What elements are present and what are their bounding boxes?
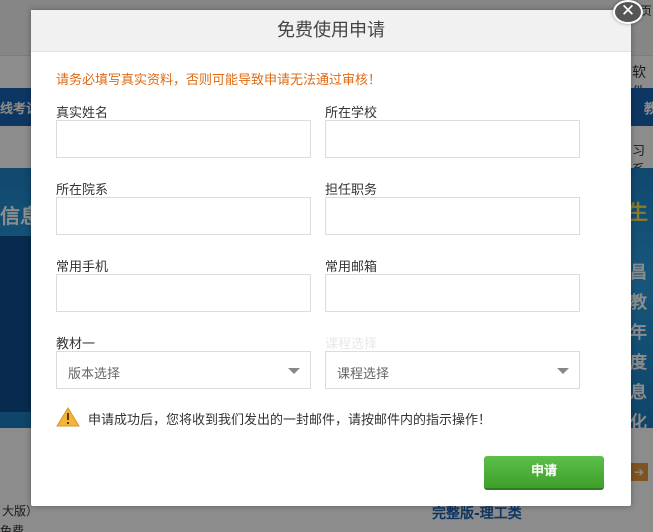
email-label: 常用邮箱 <box>325 260 378 275</box>
chevron-down-icon <box>557 368 569 374</box>
school-label: 所在学校 <box>325 106 378 121</box>
submit-button[interactable]: 申请 <box>484 456 604 488</box>
position-label: 担任职务 <box>325 183 378 198</box>
application-dialog: 免费使用申请 请务必填写真实资料，否则可能导致申请无法通过审核！ 真实姓名 所在… <box>31 10 631 506</box>
version-select[interactable]: 版本选择 <box>56 351 311 389</box>
position-field[interactable] <box>325 197 580 235</box>
email-field[interactable] <box>325 274 580 312</box>
name-field[interactable] <box>56 120 311 158</box>
close-icon[interactable]: ✕ <box>613 0 643 24</box>
warning-message: 请务必填写真实资料，否则可能导致申请无法通过审核！ <box>56 73 382 88</box>
dialog-title: 免费使用申请 <box>277 20 385 41</box>
phone-label: 常用手机 <box>56 260 109 275</box>
phone-field[interactable] <box>56 274 311 312</box>
version-select-value: 版本选择 <box>68 367 121 382</box>
course-select[interactable]: 课程选择 <box>325 351 580 389</box>
school-field[interactable] <box>325 120 580 158</box>
department-field[interactable] <box>56 197 311 235</box>
course-label: 课程选择 <box>325 337 378 352</box>
warning-triangle-icon <box>56 407 80 427</box>
textbook-label: 教材一 <box>56 337 96 352</box>
name-label: 真实姓名 <box>56 106 109 121</box>
dialog-header: 免费使用申请 <box>31 10 631 52</box>
course-select-value: 课程选择 <box>337 367 390 382</box>
chevron-down-icon <box>288 368 300 374</box>
notice-text: 申请成功后，您将收到我们发出的一封邮件，请按邮件内的指示操作！ <box>88 413 492 428</box>
department-label: 所在院系 <box>56 183 109 198</box>
